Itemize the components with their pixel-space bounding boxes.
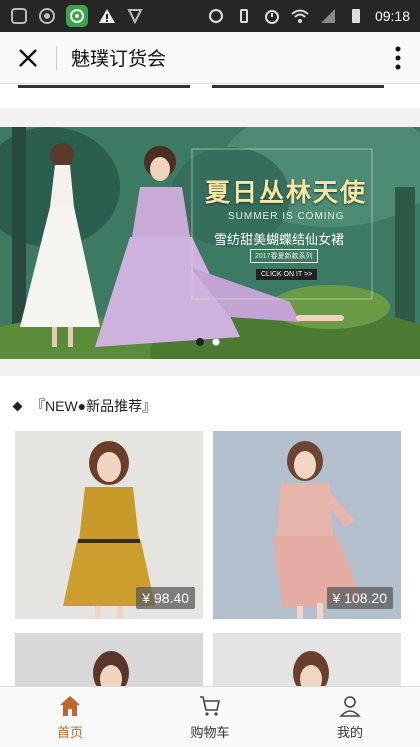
sync-icon (208, 9, 223, 23)
strip-remnant-left (18, 85, 190, 88)
close-button[interactable] (0, 32, 56, 84)
cart-icon (200, 695, 220, 716)
vibrate-icon (239, 9, 248, 23)
tab-label: 我的 (336, 724, 363, 740)
battery-icon (351, 9, 360, 23)
carousel-dot-active[interactable] (196, 338, 204, 346)
tab-home[interactable]: 首页 (0, 687, 140, 747)
product-card[interactable]: ¥ 108.20 (213, 431, 401, 619)
product-price: ¥ 98.40 (136, 587, 195, 609)
target-icon (39, 8, 55, 24)
home-icon (60, 695, 80, 716)
user-icon (339, 695, 361, 717)
banner-small-text: 2017春夏新款系列 (250, 249, 318, 263)
app-icon (66, 5, 88, 27)
content-strip (0, 84, 420, 108)
section-header: 『NEW●新品推荐』 (12, 396, 157, 416)
promo-banner[interactable]: 夏日丛林天使 SUMMER IS COMING 雪纺甜美蝴蝶结仙女裙 2017春… (0, 127, 420, 359)
product-card[interactable]: ¥ 98.40 (15, 431, 203, 619)
status-bar: 09:18 (0, 0, 420, 32)
diamond-bullet-icon (12, 401, 23, 411)
status-time: 09:18 (374, 8, 410, 24)
shield-icon (127, 9, 143, 25)
banner-headline: 夏日丛林天使 (205, 179, 368, 207)
strip-remnant-right (212, 85, 384, 88)
product-card[interactable] (213, 633, 401, 686)
tab-cart[interactable]: 购物车 (140, 687, 280, 747)
tab-profile[interactable]: 我的 (280, 687, 420, 747)
product-image (213, 633, 401, 686)
product-price: ¥ 108.20 (326, 587, 393, 609)
banner-cta[interactable]: CLICK ON IT >> (256, 269, 318, 280)
product-card[interactable] (15, 633, 203, 686)
warning-icon (99, 9, 115, 23)
banner-tagline: 雪纺甜美蝴蝶结仙女裙 (214, 232, 345, 247)
signal-icon (320, 9, 335, 23)
nav-divider (56, 45, 57, 70)
tab-label: 首页 (56, 724, 83, 740)
wifi-icon (291, 9, 309, 23)
banner-artwork (0, 127, 420, 359)
more-vertical-icon (395, 46, 401, 69)
banner-subtitle: SUMMER IS COMING (228, 211, 345, 222)
new-products-section: 『NEW●新品推荐』 ¥ 98.40 ¥ 108.20 (0, 376, 420, 686)
top-nav-bar: 魅璞订货会 (0, 32, 420, 84)
more-menu-button[interactable] (376, 32, 420, 84)
section-title: 『NEW●新品推荐』 (31, 398, 157, 414)
carousel-dot[interactable] (212, 338, 220, 346)
notification-icon (11, 8, 27, 24)
alarm-icon (264, 10, 279, 24)
bottom-tab-bar: 首页 购物车 我的 (0, 686, 420, 747)
close-icon (19, 48, 37, 67)
page-title: 魅璞订货会 (71, 49, 167, 70)
app-screen: 09:18 魅璞订货会 夏日丛林天使 SUMMER IS COMING 雪纺甜美… (0, 0, 420, 747)
tab-label: 购物车 (190, 724, 230, 740)
product-image (15, 633, 203, 686)
